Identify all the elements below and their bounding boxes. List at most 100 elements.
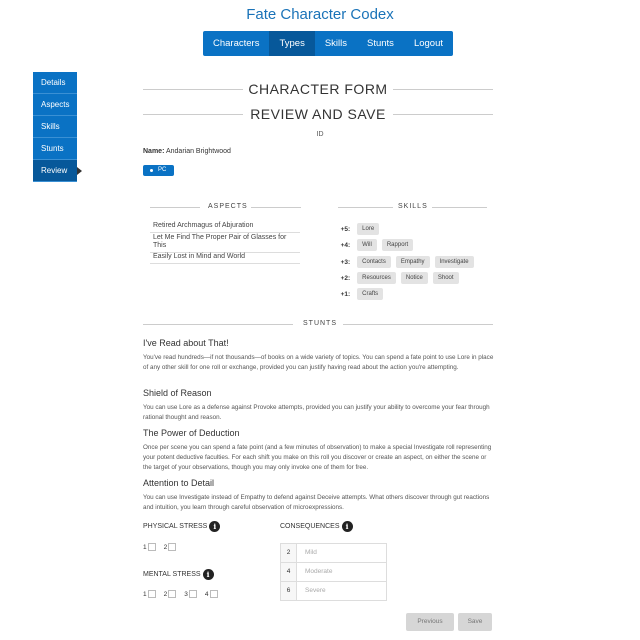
physical-stress-boxes: 1 2 (143, 543, 184, 551)
id-label: ID (316, 131, 324, 138)
stress-checkbox[interactable] (168, 543, 177, 551)
skill-row-3: +3: Contacts Empathy Investigate (338, 256, 474, 268)
name-value: Andarian Brightwood (165, 148, 231, 155)
stress-box: 1 (143, 590, 156, 598)
skill-chip: Crafts (357, 288, 384, 300)
consequence-value: 2 (281, 544, 296, 562)
type-tag: PC (143, 165, 174, 176)
stress-box-number: 2 (163, 591, 168, 598)
stunt-description: You've read hundreds—if not thousands—of… (143, 354, 494, 371)
side-nav: Details Aspects Skills Stunts Review (33, 72, 82, 182)
skill-chip: Will (357, 239, 377, 251)
form-subtitle-wrap: REVIEW AND SAVE (143, 104, 493, 124)
stress-box-number: 1 (143, 591, 147, 598)
stunts-heading: STUNTS (303, 320, 337, 327)
side-item-details[interactable]: Details (33, 72, 77, 94)
top-nav: Characters Types Skills Stunts Logout (203, 31, 453, 56)
skills-heading: SKILLS (398, 203, 428, 210)
skill-chip: Notice (400, 272, 428, 284)
stress-checkbox[interactable] (147, 543, 156, 551)
skill-chip: Shoot (432, 272, 459, 284)
app-title: Fate Character Codex (246, 6, 394, 23)
aspect-item: Let Me Find The Proper Pair of Glasses f… (150, 232, 300, 253)
skill-chip: Rapport (381, 239, 414, 251)
consequence-value: 6 (281, 582, 296, 600)
divider (251, 207, 301, 208)
skill-row-5: +5: Lore (338, 223, 380, 235)
stunt-title: I've Read about That! (143, 338, 229, 348)
divider (343, 324, 493, 325)
character-name: Name: Andarian Brightwood (143, 148, 231, 155)
nav-types[interactable]: Types (269, 31, 315, 56)
consequence-field-severe[interactable]: Severe (296, 582, 386, 600)
divider (393, 89, 493, 90)
stress-box: 3 (184, 590, 197, 598)
mental-stress-boxes: 1 2 3 4 (143, 590, 226, 598)
stress-checkbox[interactable] (147, 590, 156, 598)
skill-level: +4 (340, 241, 348, 249)
consequence-row-severe: 6 Severe (280, 581, 387, 601)
consequence-row-moderate: 4 Moderate (280, 562, 387, 582)
info-icon[interactable]: i (341, 521, 353, 532)
stress-box: 2 (164, 543, 177, 551)
name-label: Name: (143, 148, 165, 155)
stress-box: 4 (205, 590, 218, 598)
stunt-title: Attention to Detail (143, 478, 215, 488)
side-item-stunts[interactable]: Stunts (33, 138, 77, 160)
stunt-description: You can use Investigate instead of Empat… (143, 494, 490, 511)
nav-logout[interactable]: Logout (404, 31, 453, 56)
skill-chip: Lore (357, 223, 380, 235)
skill-chip: Empathy (395, 256, 430, 268)
info-icon[interactable]: i (202, 569, 214, 580)
skill-level: +3 (340, 258, 348, 266)
stunt-description: You can use Lore as a defense against Pr… (143, 404, 490, 421)
mental-stress-header: MENTAL STRESS i (143, 569, 214, 580)
stress-box: 2 (164, 590, 177, 598)
consequence-row-mild: 2 Mild (280, 543, 387, 563)
consequence-field-mild[interactable]: Mild (296, 544, 386, 562)
stress-box-number: 3 (184, 591, 188, 598)
nav-characters[interactable]: Characters (203, 31, 269, 56)
stress-box-number: 4 (204, 591, 209, 598)
aspect-item: Easily Lost in Mind and World (150, 251, 300, 264)
stress-box-number: 1 (143, 544, 147, 551)
nav-stunts[interactable]: Stunts (357, 31, 404, 56)
nav-skills[interactable]: Skills (315, 31, 357, 56)
divider (150, 207, 200, 208)
stress-checkbox[interactable] (188, 590, 197, 598)
skill-row-2: +2: Resources Notice Shoot (338, 272, 459, 284)
info-icon[interactable]: i (209, 521, 221, 532)
stunt-title: The Power of Deduction (143, 428, 240, 438)
stunt-description: Once per scene you can spend a fate poin… (143, 444, 492, 471)
side-item-aspects[interactable]: Aspects (33, 94, 77, 116)
divider (143, 324, 293, 325)
skill-row-4: +4: Will Rapport (338, 239, 414, 251)
divider (338, 207, 393, 208)
skill-row-1: +1: Crafts (338, 288, 384, 300)
stress-checkbox[interactable] (168, 590, 177, 598)
form-title-wrap: CHARACTER FORM (143, 79, 493, 99)
consequences-header: CONSEQUENCES i (280, 521, 353, 532)
skill-level: +5 (340, 225, 348, 233)
stress-box: 1 (143, 543, 156, 551)
divider (393, 114, 493, 115)
skill-level: +2 (340, 274, 348, 282)
physical-stress-header: PHYSICAL STRESS i (143, 521, 221, 532)
skill-chip: Investigate (434, 256, 474, 268)
stress-checkbox[interactable] (209, 590, 218, 598)
stunt-title: Shield of Reason (143, 388, 212, 398)
previous-button[interactable]: Previous (406, 613, 454, 631)
skill-chip: Contacts (357, 256, 391, 268)
aspects-heading: ASPECTS (208, 203, 248, 210)
consequence-value: 4 (281, 563, 296, 581)
mental-stress-label: MENTAL STRESS (143, 571, 201, 578)
physical-stress-label: PHYSICAL STRESS (143, 523, 208, 530)
side-item-review[interactable]: Review (33, 160, 82, 182)
skill-level: +1 (340, 290, 348, 298)
save-button[interactable]: Save (458, 613, 492, 631)
divider (432, 207, 487, 208)
stress-box-number: 2 (163, 544, 168, 551)
consequence-field-moderate[interactable]: Moderate (296, 563, 386, 581)
consequences-label: CONSEQUENCES (280, 523, 340, 530)
skill-chip: Resources (357, 272, 396, 284)
